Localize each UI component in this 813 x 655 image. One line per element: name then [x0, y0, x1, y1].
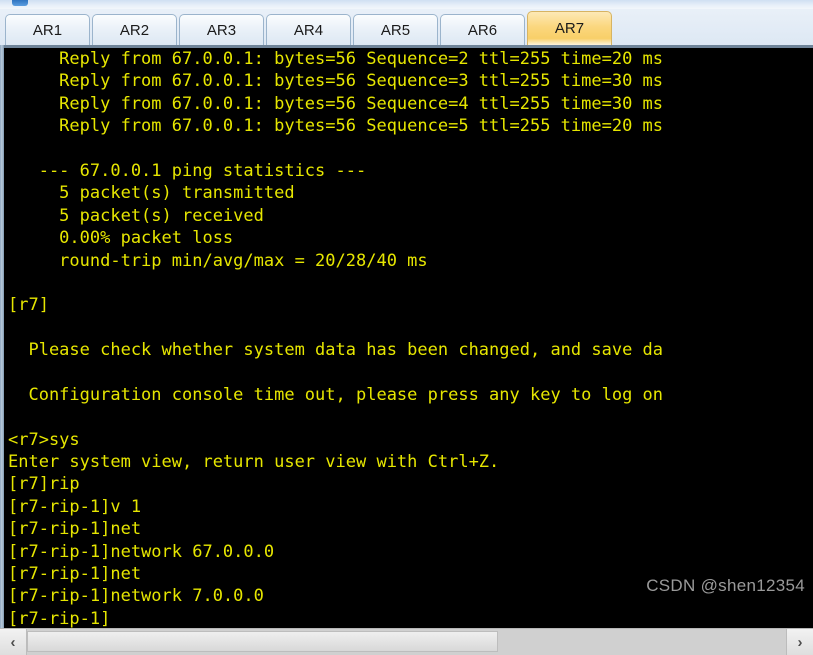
terminal-line: [r7-rip-1]network 67.0.0.0 [8, 541, 275, 562]
terminal-output[interactable]: Reply from 67.0.0.1: bytes=56 Sequence=2… [4, 48, 813, 628]
tab-ar6[interactable]: AR6 [440, 14, 525, 45]
window-icon [12, 0, 28, 6]
tab-ar4[interactable]: AR4 [266, 14, 351, 45]
window-titlebar-sliver [0, 0, 813, 9]
terminal-line: [r7-rip-1]net [8, 563, 142, 584]
scroll-right-arrow-icon[interactable]: › [786, 629, 813, 655]
terminal-line: Configuration console time out, please p… [8, 384, 664, 405]
terminal-line: round-trip min/avg/max = 20/28/40 ms [8, 250, 428, 271]
tab-ar1[interactable]: AR1 [5, 14, 90, 45]
scrollbar-track[interactable] [27, 629, 786, 655]
device-tab-strip: AR1 AR2 AR3 AR4 AR5 AR6 AR7 [0, 9, 813, 45]
tab-ar2[interactable]: AR2 [92, 14, 177, 45]
tab-ar5[interactable]: AR5 [353, 14, 438, 45]
terminal-line: [r7-rip-1]net [8, 519, 142, 540]
terminal-line: Reply from 67.0.0.1: bytes=56 Sequence=5… [8, 116, 664, 137]
router-console-window: AR1 AR2 AR3 AR4 AR5 AR6 AR7 Reply from 67.0.0.… [0, 0, 813, 655]
terminal-line: Reply from 67.0.0.1: bytes=56 Sequence=3… [8, 71, 664, 92]
tab-label: AR4 [293, 21, 324, 39]
tab-label: AR3 [206, 21, 237, 39]
terminal-panel[interactable]: Reply from 67.0.0.1: bytes=56 Sequence=2… [0, 45, 813, 628]
tab-label: AR5 [380, 21, 411, 39]
tab-label: AR1 [32, 21, 63, 39]
tab-ar7[interactable]: AR7 [527, 11, 612, 45]
terminal-line: [r7-rip-1]network 7.0.0.0 [8, 586, 264, 607]
tabs-container: AR1 AR2 AR3 AR4 AR5 AR6 AR7 [5, 10, 614, 45]
scrollbar-thumb[interactable] [27, 631, 498, 652]
terminal-line: [r7-rip-1]v 1 [8, 496, 142, 517]
scroll-left-arrow-icon[interactable]: ‹ [0, 629, 27, 655]
tab-label: AR6 [467, 21, 498, 39]
terminal-line: 5 packet(s) transmitted [8, 183, 295, 204]
terminal-line: 0.00% packet loss [8, 228, 234, 249]
terminal-line: Enter system view, return user view with… [8, 452, 500, 473]
terminal-line: Reply from 67.0.0.1: bytes=56 Sequence=4… [8, 93, 664, 114]
terminal-line: --- 67.0.0.1 ping statistics --- [8, 160, 367, 181]
tab-label: AR2 [119, 21, 150, 39]
terminal-line: Please check whether system data has bee… [8, 340, 664, 361]
terminal-line: Reply from 67.0.0.1: bytes=56 Sequence=2… [8, 49, 664, 69]
tab-label: AR7 [554, 20, 585, 37]
terminal-line: [r7]rip [8, 474, 80, 495]
terminal-line: [r7-rip-1] [8, 608, 111, 628]
horizontal-scrollbar[interactable]: ‹ › [0, 628, 813, 655]
tab-ar3[interactable]: AR3 [179, 14, 264, 45]
terminal-line: [r7] [8, 295, 49, 316]
terminal-line: <r7>sys [8, 429, 80, 450]
terminal-line: 5 packet(s) received [8, 205, 264, 226]
